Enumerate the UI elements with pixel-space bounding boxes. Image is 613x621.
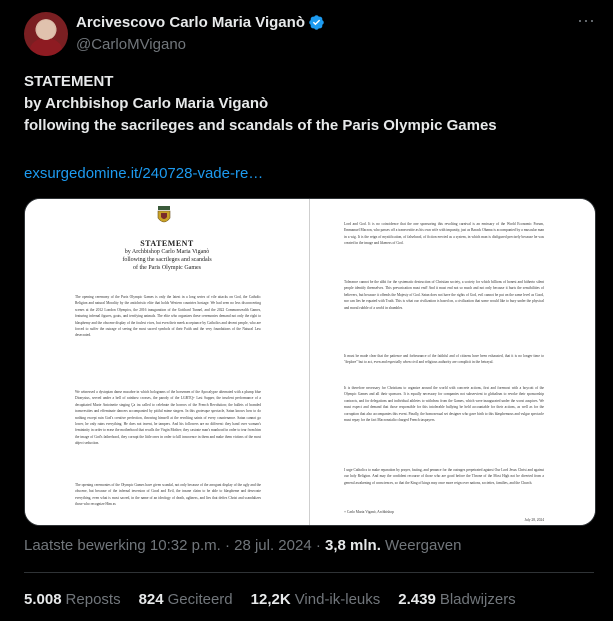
document-subtitle: of the Paris Olympic Games xyxy=(133,265,201,271)
document-paragraph: The opening ceremonies of the Olympic Ga… xyxy=(75,483,261,507)
document-paragraph: It must be made clear that the patience … xyxy=(344,354,544,365)
tweet-text-line: following the sacrileges and scandals of… xyxy=(24,117,497,134)
reposts-label: Reposts xyxy=(65,591,121,608)
quotes-label: Geciteerd xyxy=(167,591,233,608)
bookmarks-stat[interactable]: 2.439 Bladwijzers xyxy=(398,591,515,608)
author-name-row[interactable]: Arcivescovo Carlo Maria Viganò xyxy=(76,14,325,31)
edited-timestamp[interactable]: Laatste bewerking 10:32 p.m. · 28 jul. 2… xyxy=(24,537,321,554)
document-paragraph: We witnessed a dystopian danse macabre i… xyxy=(75,390,261,446)
tweet-text: STATEMENT by Archbishop Carlo Maria Viga… xyxy=(24,71,594,137)
document-paragraph: I urge Catholics to make reparation by p… xyxy=(344,468,544,485)
document-byline: by Archbishop Carlo Maria Viganò xyxy=(124,249,210,255)
engagement-stats: 5.008 Reposts 824 Geciteerd 12,2K Vind-ik-l… xyxy=(24,591,516,608)
document-paragraph: The opening ceremony of the Paris Olympi… xyxy=(75,295,261,338)
tweet-link[interactable]: exsurgedomine.it/240728-vade-re… xyxy=(24,165,263,182)
reposts-stat[interactable]: 5.008 Reposts xyxy=(24,591,121,608)
author-name[interactable]: Arcivescovo Carlo Maria Viganò xyxy=(76,14,305,31)
document-paragraph: Lord and God. It is no coincidence that … xyxy=(344,222,544,246)
document-page-left: STATEMENT by Archbishop Carlo Maria Viga… xyxy=(25,199,309,525)
likes-stat[interactable]: 12,2K Vind-ik-leuks xyxy=(251,591,381,608)
coat-of-arms-icon xyxy=(157,206,171,223)
quotes-stat[interactable]: 824 Geciteerd xyxy=(139,591,233,608)
verified-badge-icon xyxy=(309,15,324,30)
document-date: July 28, 2024 xyxy=(524,518,544,522)
more-options-icon[interactable]: ··· xyxy=(575,11,597,34)
views-label: Weergaven xyxy=(385,537,462,554)
quotes-count: 824 xyxy=(138,591,164,608)
tweet-text-line: by Archbishop Carlo Maria Viganò xyxy=(24,95,269,112)
attached-image[interactable]: STATEMENT by Archbishop Carlo Maria Viga… xyxy=(24,198,596,526)
tweet-meta: Laatste bewerking 10:32 p.m. · 28 jul. 2… xyxy=(24,537,461,554)
document-paragraph: Tolerance cannot be the alibi for the sy… xyxy=(344,280,544,310)
reposts-count: 5.008 xyxy=(24,591,62,608)
document-title: STATEMENT xyxy=(140,239,194,248)
bookmarks-label: Bladwijzers xyxy=(439,591,516,608)
tweet-text-line: STATEMENT xyxy=(24,73,114,90)
views-count: 3,8 mln. xyxy=(325,537,381,554)
document-subtitle: following the sacrileges and scandals xyxy=(122,257,212,263)
document-signature: + Carlo Maria Viganò, Archbishop xyxy=(344,510,394,514)
author-avatar[interactable] xyxy=(24,12,68,56)
document-paragraph: It is therefore necessary for Christians… xyxy=(344,386,544,423)
document-page-right: Lord and God. It is no coincidence that … xyxy=(310,199,595,525)
likes-label: Vind-ik-leuks xyxy=(294,591,381,608)
tweet: Arcivescovo Carlo Maria Viganò @CarloMVi… xyxy=(0,0,613,621)
divider xyxy=(24,572,594,573)
author-handle[interactable]: @CarloMVigano xyxy=(76,36,186,53)
likes-count: 12,2K xyxy=(250,591,291,608)
bookmarks-count: 2.439 xyxy=(398,591,436,608)
